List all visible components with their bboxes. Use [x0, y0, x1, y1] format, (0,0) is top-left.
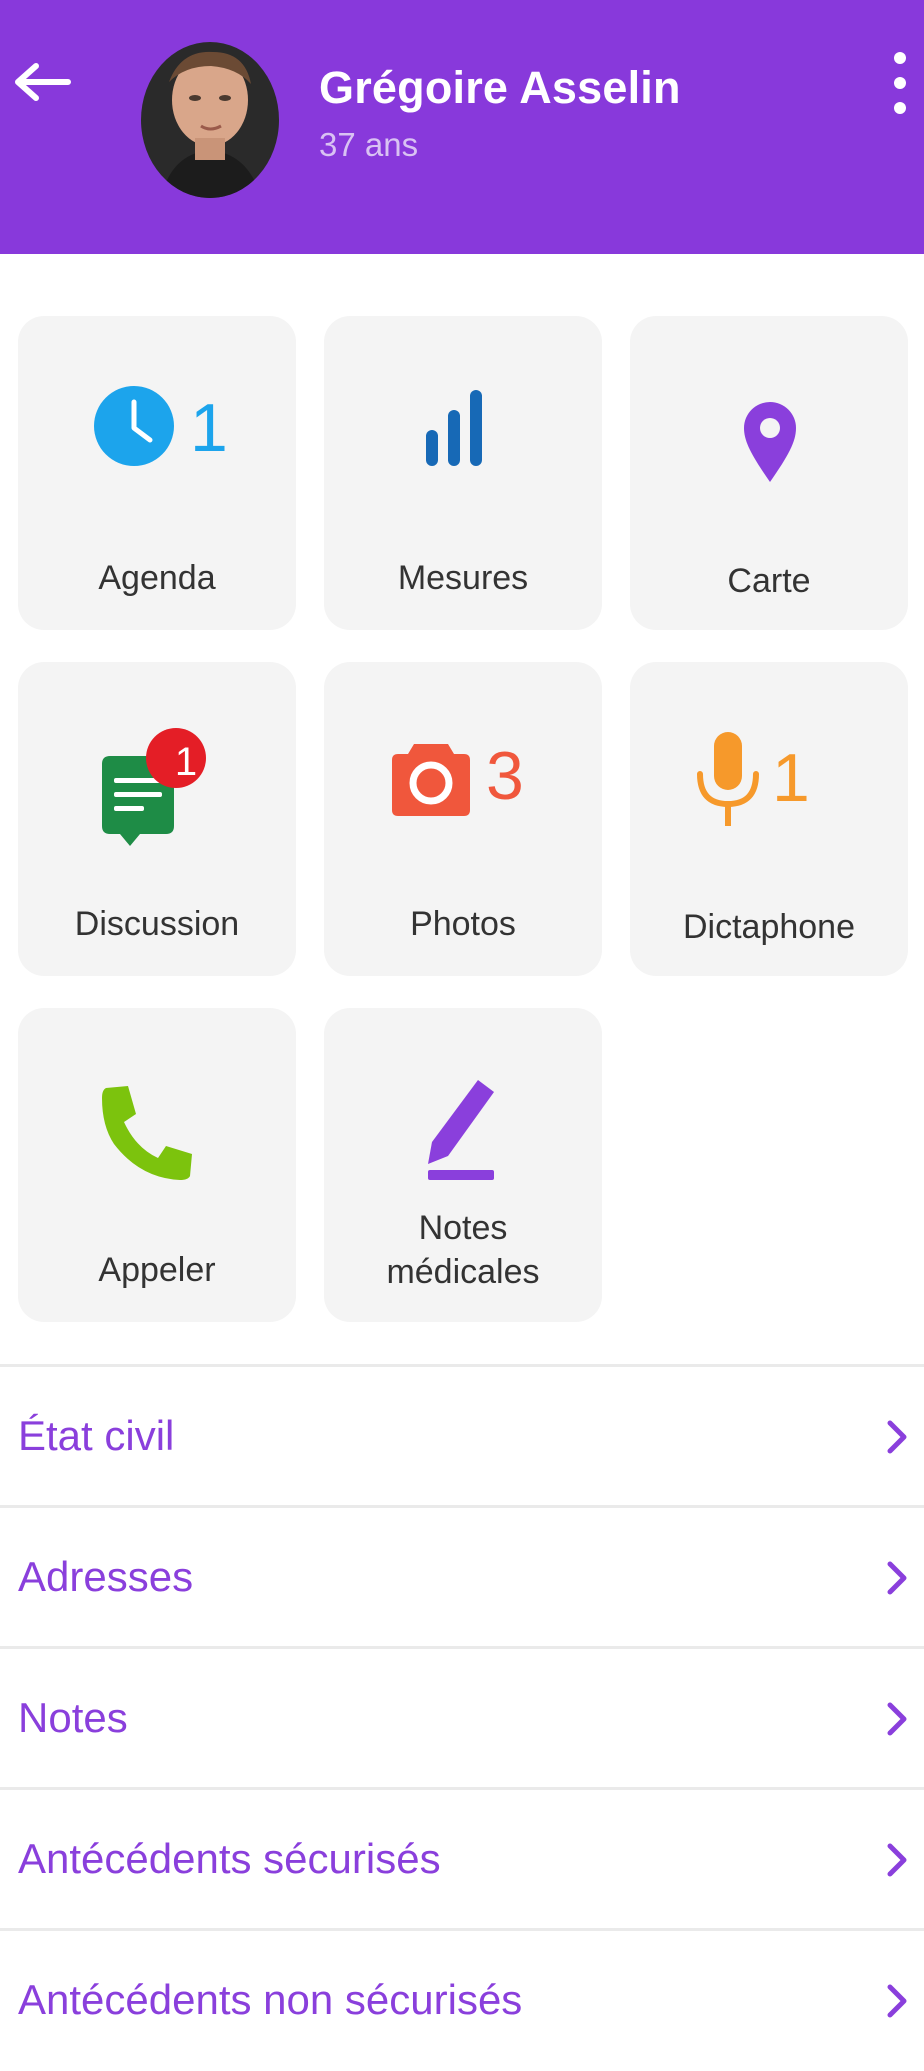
phone-icon	[102, 1086, 192, 1180]
list-item-etat-civil[interactable]: État civil	[0, 1364, 924, 1507]
list-item-antecedents-securises[interactable]: Antécédents sécurisés	[0, 1787, 924, 1930]
tile-label-dictaphone: Dictaphone	[682, 908, 855, 946]
photos-count: 3	[486, 738, 524, 814]
agenda-count: 1	[190, 390, 228, 466]
tile-discussion[interactable]: 1 Discussion	[18, 662, 296, 976]
pencil-icon	[428, 1080, 494, 1180]
tile-label-agenda: Agenda	[98, 559, 216, 597]
bar-chart-icon	[426, 390, 482, 466]
tile-appeler[interactable]: Appeler	[18, 1008, 296, 1322]
tile-carte[interactable]: Carte	[630, 316, 908, 630]
tile-agenda[interactable]: 1 Agenda	[18, 316, 296, 630]
list-item-label: Antécédents non sécurisés	[18, 1976, 523, 2023]
list-item-adresses[interactable]: Adresses	[0, 1505, 924, 1648]
avatar	[141, 42, 279, 198]
chevron-right-icon	[887, 1561, 907, 1595]
tile-label-mesures: Mesures	[397, 559, 529, 597]
camera-icon	[392, 744, 470, 816]
map-pin-icon	[744, 402, 796, 482]
chevron-right-icon	[887, 1843, 907, 1877]
tile-mesures[interactable]: Mesures	[324, 316, 602, 630]
list-item-label: Notes	[18, 1694, 128, 1741]
tile-label-carte: Carte	[727, 562, 811, 600]
discussion-badge: 1	[174, 740, 198, 784]
dictaphone-count: 1	[772, 740, 810, 816]
tile-label-appeler: Appeler	[98, 1251, 216, 1289]
app-header: Grégoire Asselin 37 ans	[0, 0, 924, 254]
list-item-label: État civil	[18, 1412, 175, 1459]
list-item-notes[interactable]: Notes	[0, 1646, 924, 1789]
chevron-right-icon	[887, 1984, 907, 2018]
microphone-icon	[697, 732, 759, 826]
tile-label-discussion: Discussion	[74, 905, 240, 943]
tile-label-notes-line1: Notes	[418, 1209, 508, 1247]
tile-dictaphone[interactable]: 1 Dictaphone	[630, 662, 908, 976]
back-button[interactable]	[12, 58, 74, 106]
patient-name: Grégoire Asselin	[319, 62, 681, 113]
more-options-button[interactable]	[880, 50, 920, 116]
tile-label-photos: Photos	[410, 905, 516, 943]
arrow-left-icon	[15, 63, 71, 101]
tile-label-notes-line2: médicales	[386, 1253, 540, 1291]
clock-icon	[94, 386, 174, 466]
chevron-right-icon	[887, 1702, 907, 1736]
tile-photos[interactable]: 3 Photos	[324, 662, 602, 976]
list-item-label: Adresses	[18, 1553, 194, 1600]
tile-notes-medicales[interactable]: Notes médicales	[324, 1008, 602, 1322]
more-vertical-icon	[894, 52, 906, 114]
list-item-label: Antécédents sécurisés	[18, 1835, 441, 1882]
chevron-right-icon	[887, 1420, 907, 1454]
patient-age: 37 ans	[319, 126, 419, 163]
